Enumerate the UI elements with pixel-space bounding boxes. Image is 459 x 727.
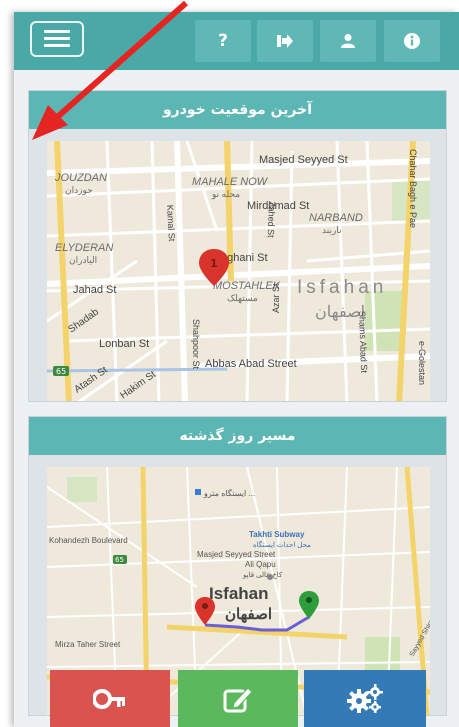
map-label: Kamal St [165, 205, 177, 242]
menu-icon-bar [44, 30, 70, 33]
logout-icon [277, 34, 293, 48]
map-label: Azar St [271, 283, 281, 313]
map-label: JOUZDAN [54, 172, 107, 184]
map-label: Lonban St [99, 338, 149, 350]
map-label: Mirza Taher Street [55, 640, 121, 649]
map-label: Chahar Bagh e Pae [408, 149, 418, 228]
highway-shield: 65 [56, 367, 66, 376]
map-label: Kohandezh Boulevard [49, 536, 128, 545]
map-label: Jahad St [73, 284, 116, 296]
map-label: Zahed St [266, 201, 277, 238]
map-label: Takhti Subway [249, 530, 305, 539]
map-label: کاخ عالی قاپو [242, 571, 283, 579]
logout-button[interactable] [257, 20, 313, 62]
menu-icon-bar [44, 37, 70, 40]
app-frame: ? آخرین موقعیت خودرو 65 Masjed Seyyed St… [14, 12, 459, 727]
map-label: Masjed Seyyed Street [197, 550, 276, 559]
map-label: Abbas Abad Street [205, 358, 297, 370]
settings-button[interactable] [304, 670, 426, 727]
map-label: NARBAND [309, 212, 363, 224]
last-location-card: آخرین موقعیت خودرو 65 Masjed Seyyed St J… [28, 90, 447, 402]
map-label: Masjed Seyyed St [259, 154, 348, 166]
map-label: الیادران [69, 255, 97, 266]
top-toolbar: ? [14, 12, 459, 70]
map-label: Isfahan [297, 277, 387, 298]
map-label: Isfahan [209, 584, 269, 603]
map-label: مستهلک [227, 293, 258, 304]
user-button[interactable] [320, 20, 376, 62]
user-icon [341, 34, 355, 48]
info-button[interactable] [384, 20, 440, 62]
map-label: ELYDERAN [55, 242, 113, 254]
map-label: e-Golestan [417, 341, 427, 385]
bottom-action-bar [14, 670, 459, 727]
yesterday-route-title: مسیر روز گذشته [29, 417, 446, 455]
map-label: ناربند [322, 225, 342, 236]
map-label: MAHALE NOW [192, 176, 269, 188]
map-label: Ali Qapu [245, 560, 276, 569]
key-icon [93, 688, 125, 709]
info-icon [404, 33, 420, 49]
map-label: Shahpoor St [191, 319, 201, 370]
menu-icon-bar [44, 44, 70, 47]
help-button[interactable]: ? [195, 20, 251, 62]
map-label: جوزدان [65, 185, 93, 196]
question-icon: ? [218, 31, 228, 51]
edit-icon [223, 686, 253, 712]
map-label: محله نو [211, 189, 240, 200]
key-button[interactable] [50, 670, 170, 727]
edit-button[interactable] [178, 670, 298, 727]
menu-button[interactable] [30, 21, 84, 57]
map-label: ایستگاه مترو ... [203, 488, 255, 498]
pin-label: 1 [210, 257, 218, 270]
map-label: Mirdamad St [247, 200, 309, 212]
settings-icon [347, 683, 383, 713]
highway-shield: 65 [115, 556, 124, 564]
last-location-map[interactable]: 65 Masjed Seyyed St JOUZDAN جوزدان MAHAL… [47, 141, 430, 401]
last-location-title: آخرین موقعیت خودرو [29, 91, 446, 129]
map-label: اصفهان [225, 606, 272, 623]
map-label: محل احداث ایستگاه [253, 540, 311, 549]
